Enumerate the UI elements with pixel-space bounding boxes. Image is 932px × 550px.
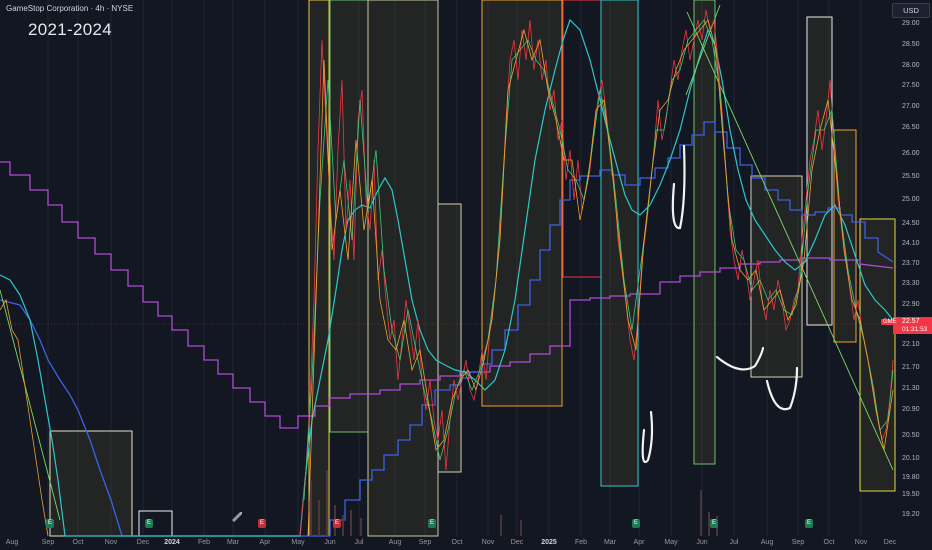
price-tick: 22.10 [902, 341, 920, 348]
earnings-marker[interactable]: E [632, 519, 640, 528]
period-label: 2021-2024 [28, 20, 112, 39]
bar-countdown: 01:31:53 [902, 326, 928, 333]
price-tick: 20.50 [902, 432, 920, 439]
time-axis[interactable]: Aug Sep Oct Nov Dec 2024 Feb Mar Apr May Jun Jul Aug… [0, 536, 897, 550]
time-tick: Aug [760, 539, 774, 546]
zone-box [437, 203, 462, 473]
green-trend-line [0, 289, 61, 521]
time-tick: Sep [41, 539, 55, 546]
price-tick: 25.00 [902, 196, 920, 203]
time-tick: Jul [354, 539, 364, 546]
time-tick: Jul [729, 539, 739, 546]
zone-boxes [49, 0, 896, 537]
time-tick: Dec [136, 539, 150, 546]
time-tick: May [291, 539, 305, 546]
time-tick: Oct [451, 539, 463, 546]
price-tick: 23.30 [902, 280, 920, 287]
zone-box [481, 0, 563, 407]
price-tick: 19.20 [902, 511, 920, 518]
price-tick: 23.70 [902, 260, 920, 267]
price-tick: 24.50 [902, 220, 920, 227]
time-tick: Aug [388, 539, 402, 546]
last-price-value: 22.57 [902, 318, 920, 325]
price-tick: 21.70 [902, 364, 920, 371]
time-tick: Mar [603, 539, 617, 546]
price-tick: 21.30 [902, 385, 920, 392]
time-tick: Nov [104, 539, 118, 546]
time-tick: Oct [823, 539, 835, 546]
earnings-marker[interactable]: E [428, 519, 436, 528]
price-tick: 26.50 [902, 124, 920, 131]
zone-box [693, 0, 716, 465]
earnings-marker[interactable]: E [805, 519, 813, 528]
time-tick: Jun [696, 539, 708, 546]
time-tick: Nov [481, 539, 495, 546]
time-tick: Feb [574, 539, 588, 546]
time-tick: Mar [226, 539, 240, 546]
price-tick: 20.10 [902, 455, 920, 462]
time-tick: Dec [883, 539, 897, 546]
time-tick: Aug [5, 539, 19, 546]
price-tick: 24.10 [902, 240, 920, 247]
earnings-marker[interactable]: E [145, 519, 153, 528]
price-tick: 20.90 [902, 406, 920, 413]
time-tick: Apr [633, 539, 645, 546]
time-tick: Dec [510, 539, 524, 546]
time-tick: Apr [259, 539, 271, 546]
zone-box [367, 0, 439, 537]
price-tick: 28.50 [902, 41, 920, 48]
pencil-icon [232, 511, 243, 523]
price-tick: 27.00 [902, 103, 920, 110]
zone-box [308, 0, 330, 537]
time-tick: May [664, 539, 678, 546]
zone-box [49, 430, 133, 537]
price-tick: 25.50 [902, 173, 920, 180]
earnings-marker[interactable]: E [46, 519, 54, 528]
time-tick: Jun [324, 539, 336, 546]
price-tick: 19.50 [902, 491, 920, 498]
time-tick: Feb [197, 539, 211, 546]
price-tick: 27.50 [902, 82, 920, 89]
time-tick: Sep [791, 539, 805, 546]
time-tick: Nov [854, 539, 868, 546]
zone-box [138, 510, 173, 537]
zone-box [750, 175, 803, 378]
time-tick: 2024 [164, 539, 180, 546]
price-chart[interactable] [0, 0, 932, 550]
price-tick: 28.00 [902, 62, 920, 69]
time-tick: Oct [72, 539, 84, 546]
time-tick: Sep [418, 539, 432, 546]
zone-box [562, 0, 602, 278]
time-tick: 2025 [541, 539, 557, 546]
price-tick: 19.80 [902, 474, 920, 481]
earnings-marker[interactable]: E [258, 519, 266, 528]
price-tick: 22.90 [902, 301, 920, 308]
earnings-marker[interactable]: E [333, 519, 341, 528]
earnings-marker[interactable]: E [710, 519, 718, 528]
symbol-title[interactable]: GameStop Corporation · 4h · NYSE [6, 4, 133, 13]
price-axis[interactable]: 29.00 28.50 28.00 27.50 27.00 26.50 26.00 25.50… [893, 0, 932, 536]
symbol-badge: GME [881, 319, 899, 325]
price-tick: 29.00 [902, 20, 920, 27]
last-price-tag: GME 22.57 01:31:53 [881, 317, 932, 334]
price-tick: 26.00 [902, 150, 920, 157]
